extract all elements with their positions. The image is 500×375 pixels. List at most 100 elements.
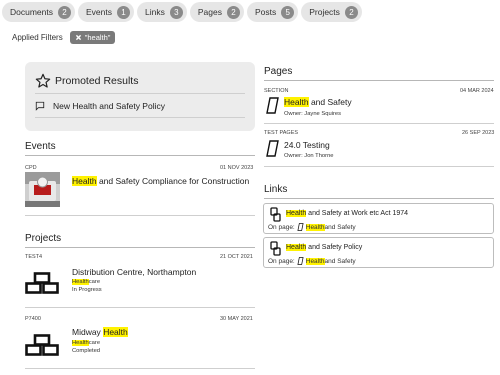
event-title[interactable]: Health and Safety Compliance for Constru…: [72, 176, 249, 186]
on-page-label: On page:: [268, 223, 295, 231]
promoted-results-title: Promoted Results: [35, 73, 138, 89]
tab-documents[interactable]: Documents 2: [2, 2, 75, 22]
bricks-icon: [25, 334, 59, 356]
divider: [264, 80, 494, 81]
filter-tabs: Documents 2 Events 1 Links 3 Pages 2 Posts 5 …: [2, 2, 362, 22]
divider: [25, 247, 255, 248]
pages-heading: Pages: [264, 66, 293, 77]
page-icon: [266, 140, 279, 157]
page-date: 26 SEP 2023: [462, 130, 495, 136]
search-highlight: Health: [103, 327, 128, 337]
page-icon: [297, 257, 304, 265]
link-on-page: On page: Healthand Safety: [268, 257, 356, 265]
star-icon: [35, 73, 51, 88]
project-code: TEST4: [25, 254, 43, 260]
page-type: TEST PAGES: [264, 130, 299, 136]
applied-filters: Applied Filters "health": [12, 31, 116, 44]
project-sector-text: care: [88, 340, 101, 346]
search-highlight: Health: [72, 176, 97, 186]
tab-label: Pages: [197, 7, 222, 17]
links-heading: Links: [264, 184, 288, 195]
on-page-text: and Safety: [324, 223, 356, 231]
page-date: 04 MAR 2024: [460, 88, 494, 94]
projects-heading: Projects: [25, 233, 62, 244]
page-type: SECTION: [264, 88, 289, 94]
divider: [264, 166, 494, 167]
page-owner: Owner: Jayne Squires: [284, 111, 342, 117]
tab-label: Documents: [10, 7, 53, 17]
tab-count: 2: [344, 5, 358, 19]
promoted-results-panel: Promoted Results New Health and Safety P…: [25, 62, 255, 131]
page-title[interactable]: Health and Safety: [284, 97, 352, 107]
search-highlight: Health: [286, 244, 307, 251]
tab-links[interactable]: Links 3: [137, 2, 187, 22]
event-type: CPD: [25, 165, 37, 171]
divider: [25, 368, 255, 369]
page-title[interactable]: 24.0 Testing: [284, 140, 330, 150]
on-page-text: and Safety: [324, 257, 356, 265]
tab-pages[interactable]: Pages 2: [189, 2, 244, 22]
close-icon[interactable]: [75, 34, 82, 41]
search-highlight: Health: [305, 257, 325, 265]
page-title-text: and Safety: [308, 97, 352, 107]
link-title-text: and Safety Policy: [306, 244, 363, 251]
promoted-item[interactable]: New Health and Safety Policy: [35, 101, 165, 111]
filter-chip-health[interactable]: "health": [69, 31, 116, 44]
search-highlight: Health: [284, 97, 309, 107]
tab-events[interactable]: Events 1: [78, 2, 134, 22]
chat-icon: [35, 101, 45, 111]
link-icon: [270, 241, 281, 256]
tab-count: 3: [169, 5, 183, 19]
project-status: Completed: [72, 348, 101, 354]
search-highlight: Health: [286, 210, 307, 217]
project-status: In Progress: [72, 287, 102, 293]
link-icon: [270, 207, 281, 222]
bricks-icon: [25, 272, 59, 294]
link-title-text: and Safety at Work etc Act 1974: [306, 210, 409, 217]
link-title: Health and Safety Policy: [286, 244, 362, 251]
page-owner: Owner: Jon Thorne: [284, 153, 334, 159]
tab-count: 1: [117, 5, 130, 19]
divider: [264, 123, 494, 124]
applied-filters-label: Applied Filters: [12, 33, 63, 42]
filter-chip-label: "health": [84, 33, 111, 42]
link-card[interactable]: Health and Safety Policy On page: Health…: [263, 237, 494, 268]
tab-label: Links: [145, 7, 165, 17]
divider: [25, 215, 255, 216]
link-on-page: On page: Healthand Safety: [268, 223, 356, 231]
event-title-text: and Safety Compliance for Construction: [96, 176, 250, 186]
divider: [25, 307, 255, 308]
project-title[interactable]: Midway Health: [72, 327, 128, 337]
event-thumbnail[interactable]: [25, 172, 60, 207]
link-card[interactable]: Health and Safety at Work etc Act 1974 O…: [263, 203, 494, 234]
project-sector: Healthcare: [72, 340, 100, 348]
page-icon: [297, 223, 304, 231]
divider: [35, 93, 245, 94]
project-code: P7400: [25, 316, 41, 322]
project-sector: Healthcare: [72, 279, 100, 287]
divider: [264, 198, 494, 199]
tab-label: Events: [86, 7, 112, 17]
project-title-text: Midway: [72, 327, 104, 337]
divider: [35, 117, 245, 118]
tab-posts[interactable]: Posts 5: [246, 2, 299, 22]
divider: [25, 155, 255, 156]
tab-projects[interactable]: Projects 2: [301, 2, 362, 22]
link-title: Health and Safety at Work etc Act 1974: [286, 210, 408, 217]
tab-label: Projects: [309, 7, 340, 17]
events-heading: Events: [25, 141, 56, 152]
search-highlight: Health: [72, 340, 89, 346]
promoted-title-text: Promoted Results: [55, 75, 139, 87]
project-title[interactable]: Distribution Centre, Northampton: [72, 267, 196, 277]
search-highlight: Health: [305, 223, 325, 231]
event-date: 01 NOV 2023: [220, 165, 254, 171]
on-page-link[interactable]: Healthand Safety: [305, 257, 356, 265]
on-page-label: On page:: [268, 257, 295, 265]
project-date: 21 OCT 2021: [220, 254, 253, 260]
tab-count: 2: [226, 5, 240, 19]
search-highlight: Health: [72, 279, 89, 285]
on-page-link[interactable]: Healthand Safety: [305, 223, 356, 231]
project-sector-text: care: [88, 279, 101, 285]
project-date: 30 MAY 2021: [220, 316, 253, 322]
tab-label: Posts: [254, 7, 277, 17]
